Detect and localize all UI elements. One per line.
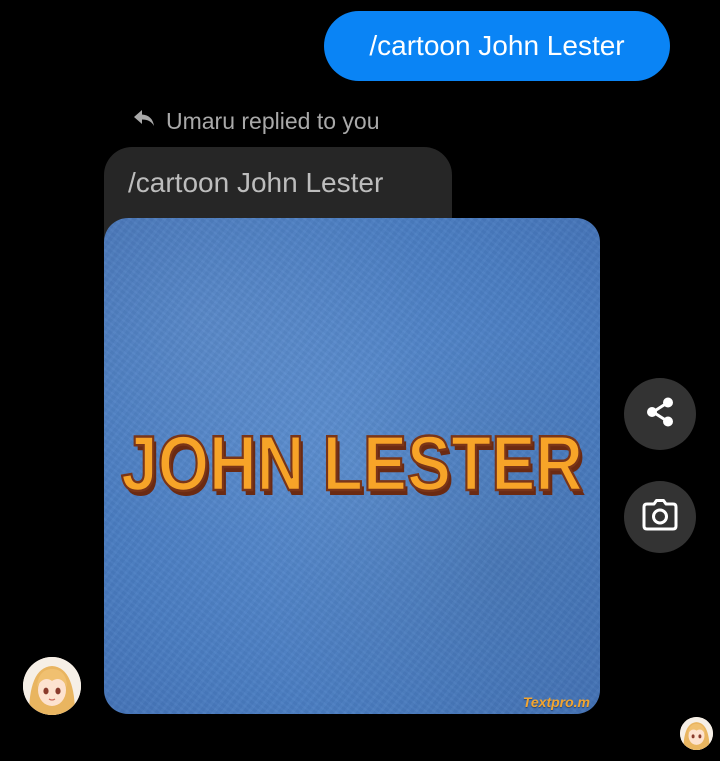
- avatar[interactable]: [23, 657, 81, 715]
- share-button[interactable]: [624, 378, 696, 450]
- outgoing-message-text: /cartoon John Lester: [369, 30, 625, 61]
- seen-avatar: [680, 717, 713, 750]
- image-watermark: Textpro.m: [522, 694, 590, 710]
- reply-indicator-label: Umaru replied to you: [166, 107, 380, 134]
- image-art-text: JOHN LESTER JOHN LESTER: [120, 418, 586, 506]
- camera-icon: [642, 498, 678, 536]
- seen-avatar-image: [680, 717, 713, 750]
- camera-button[interactable]: [624, 481, 696, 553]
- reply-indicator: Umaru replied to you: [132, 106, 380, 136]
- share-icon: [643, 395, 677, 434]
- outgoing-message-bubble[interactable]: /cartoon John Lester: [324, 11, 670, 81]
- quoted-message-text: /cartoon John Lester: [128, 167, 384, 198]
- art-text-main: JOHN LESTER: [121, 419, 583, 506]
- reply-arrow-icon: [132, 107, 156, 135]
- avatar-image: [23, 657, 81, 715]
- message-image[interactable]: JOHN LESTER JOHN LESTER Textpro.m: [104, 218, 600, 714]
